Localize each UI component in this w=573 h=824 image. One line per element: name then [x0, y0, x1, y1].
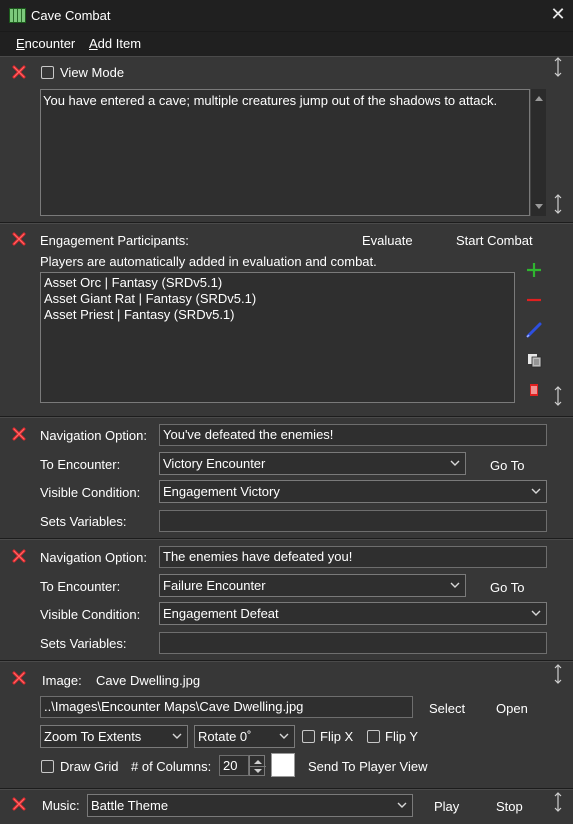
visible-condition-label: Visible Condition:	[40, 485, 141, 500]
to-encounter-value: Victory Encounter	[163, 456, 266, 471]
sets-variables-field[interactable]	[159, 510, 547, 532]
to-encounter-select[interactable]: Victory Encounter	[159, 452, 466, 475]
close-icon[interactable]: ✕	[546, 3, 570, 27]
goto-button[interactable]: Go To	[490, 580, 524, 595]
description-textarea[interactable]: You have entered a cave; multiple creatu…	[40, 89, 530, 216]
flip-y-label: Flip Y	[385, 729, 418, 744]
delete-x-icon[interactable]	[12, 549, 26, 563]
view-mode-label: View Mode	[60, 65, 125, 80]
menu-encounter[interactable]: Encounter	[16, 36, 75, 51]
sets-variables-field[interactable]	[159, 632, 547, 654]
columns-field[interactable]: 20	[219, 755, 249, 776]
resize-handle-icon[interactable]	[552, 193, 564, 215]
evaluate-button[interactable]: Evaluate	[362, 233, 413, 248]
description-text: You have entered a cave; multiple creatu…	[43, 93, 498, 108]
flip-y-checkbox[interactable]	[367, 730, 380, 743]
chevron-down-icon	[450, 459, 460, 467]
engagement-note: Players are automatically added in evalu…	[40, 254, 377, 269]
to-encounter-value: Failure Encounter	[163, 578, 266, 593]
grid-color-swatch[interactable]	[271, 753, 295, 777]
delete-x-icon[interactable]	[12, 797, 26, 811]
list-item[interactable]: Asset Giant Rat | Fantasy (SRDv5.1)	[44, 291, 511, 307]
image-file-name: Cave Dwelling.jpg	[96, 673, 201, 688]
music-label: Music:	[42, 798, 80, 813]
chevron-down-icon	[279, 732, 289, 740]
window-title: Cave Combat	[31, 8, 111, 23]
visible-condition-select[interactable]: Engagement Victory	[159, 480, 547, 503]
delete-x-icon[interactable]	[12, 65, 26, 79]
list-item[interactable]: Asset Priest | Fantasy (SRDv5.1)	[44, 307, 511, 323]
music-track-value: Battle Theme	[91, 798, 169, 813]
flip-x-label: Flip X	[320, 729, 354, 744]
participants-list[interactable]: Asset Orc | Fantasy (SRDv5.1) Asset Gian…	[40, 272, 515, 403]
resize-handle-icon[interactable]	[552, 385, 564, 407]
image-path-field[interactable]: ..\Images\Encounter Maps\Cave Dwelling.j…	[40, 696, 413, 718]
visible-condition-select[interactable]: Engagement Defeat	[159, 602, 547, 625]
engagement-title: Engagement Participants:	[40, 233, 189, 248]
visible-condition-value: Engagement Defeat	[163, 606, 279, 621]
navigation-option-label: Navigation Option:	[40, 428, 147, 443]
chevron-down-icon	[531, 487, 541, 495]
clipboard-list-icon[interactable]	[525, 381, 543, 399]
visible-condition-value: Engagement Victory	[163, 484, 280, 499]
resize-handle-icon[interactable]	[552, 791, 564, 813]
draw-grid-label: Draw Grid	[60, 759, 119, 774]
to-encounter-select[interactable]: Failure Encounter	[159, 574, 466, 597]
remove-minus-icon[interactable]	[525, 291, 543, 309]
resize-handle-icon[interactable]	[552, 56, 564, 78]
add-plus-icon[interactable]	[525, 261, 543, 279]
select-button[interactable]: Select	[429, 701, 465, 716]
play-button[interactable]: Play	[434, 799, 459, 814]
send-to-player-view-button[interactable]: Send To Player View	[308, 759, 427, 774]
draw-grid-checkbox[interactable]	[41, 760, 54, 773]
navigation-option-label: Navigation Option:	[40, 550, 147, 565]
open-button[interactable]: Open	[496, 701, 528, 716]
start-combat-button[interactable]: Start Combat	[456, 233, 533, 248]
chevron-down-icon	[450, 581, 460, 589]
music-track-select[interactable]: Battle Theme	[87, 794, 413, 817]
zoom-select[interactable]: Zoom To Extents	[40, 725, 188, 748]
navigation-option-field[interactable]: The enemies have defeated you!	[159, 546, 547, 568]
to-encounter-label: To Encounter:	[40, 457, 121, 472]
rotate-value: Rotate 0˚	[198, 729, 252, 744]
to-encounter-label: To Encounter:	[40, 579, 121, 594]
columns-spinner[interactable]	[249, 755, 266, 776]
sets-variables-label: Sets Variables:	[40, 636, 127, 651]
navigation-option-field[interactable]: You've defeated the enemies!	[159, 424, 547, 446]
chevron-down-icon	[172, 732, 182, 740]
resize-handle-icon[interactable]	[552, 663, 564, 685]
description-scrollbar[interactable]	[530, 89, 546, 216]
goto-button[interactable]: Go To	[490, 458, 524, 473]
zoom-value: Zoom To Extents	[44, 729, 142, 744]
menu-bar	[0, 32, 573, 56]
delete-x-icon[interactable]	[12, 232, 26, 246]
delete-x-icon[interactable]	[12, 427, 26, 441]
sets-variables-label: Sets Variables:	[40, 514, 127, 529]
visible-condition-label: Visible Condition:	[40, 607, 141, 622]
list-item[interactable]: Asset Orc | Fantasy (SRDv5.1)	[44, 275, 511, 291]
spin-arrows	[250, 760, 266, 773]
chevron-down-icon	[397, 801, 407, 809]
rotate-select[interactable]: Rotate 0˚	[194, 725, 295, 748]
flip-x-checkbox[interactable]	[302, 730, 315, 743]
chevron-down-icon	[531, 609, 541, 617]
columns-label: # of Columns:	[131, 759, 212, 774]
scrollbar-arrows	[535, 96, 543, 209]
app-grid-icon	[9, 8, 26, 23]
edit-pencil-icon[interactable]	[525, 321, 543, 339]
stop-button[interactable]: Stop	[496, 799, 523, 814]
delete-x-icon[interactable]	[12, 671, 26, 685]
image-label: Image:	[42, 673, 82, 688]
copy-list-icon[interactable]	[525, 351, 543, 369]
menu-add-item[interactable]: Add Item	[89, 36, 141, 51]
view-mode-checkbox[interactable]	[41, 66, 54, 79]
